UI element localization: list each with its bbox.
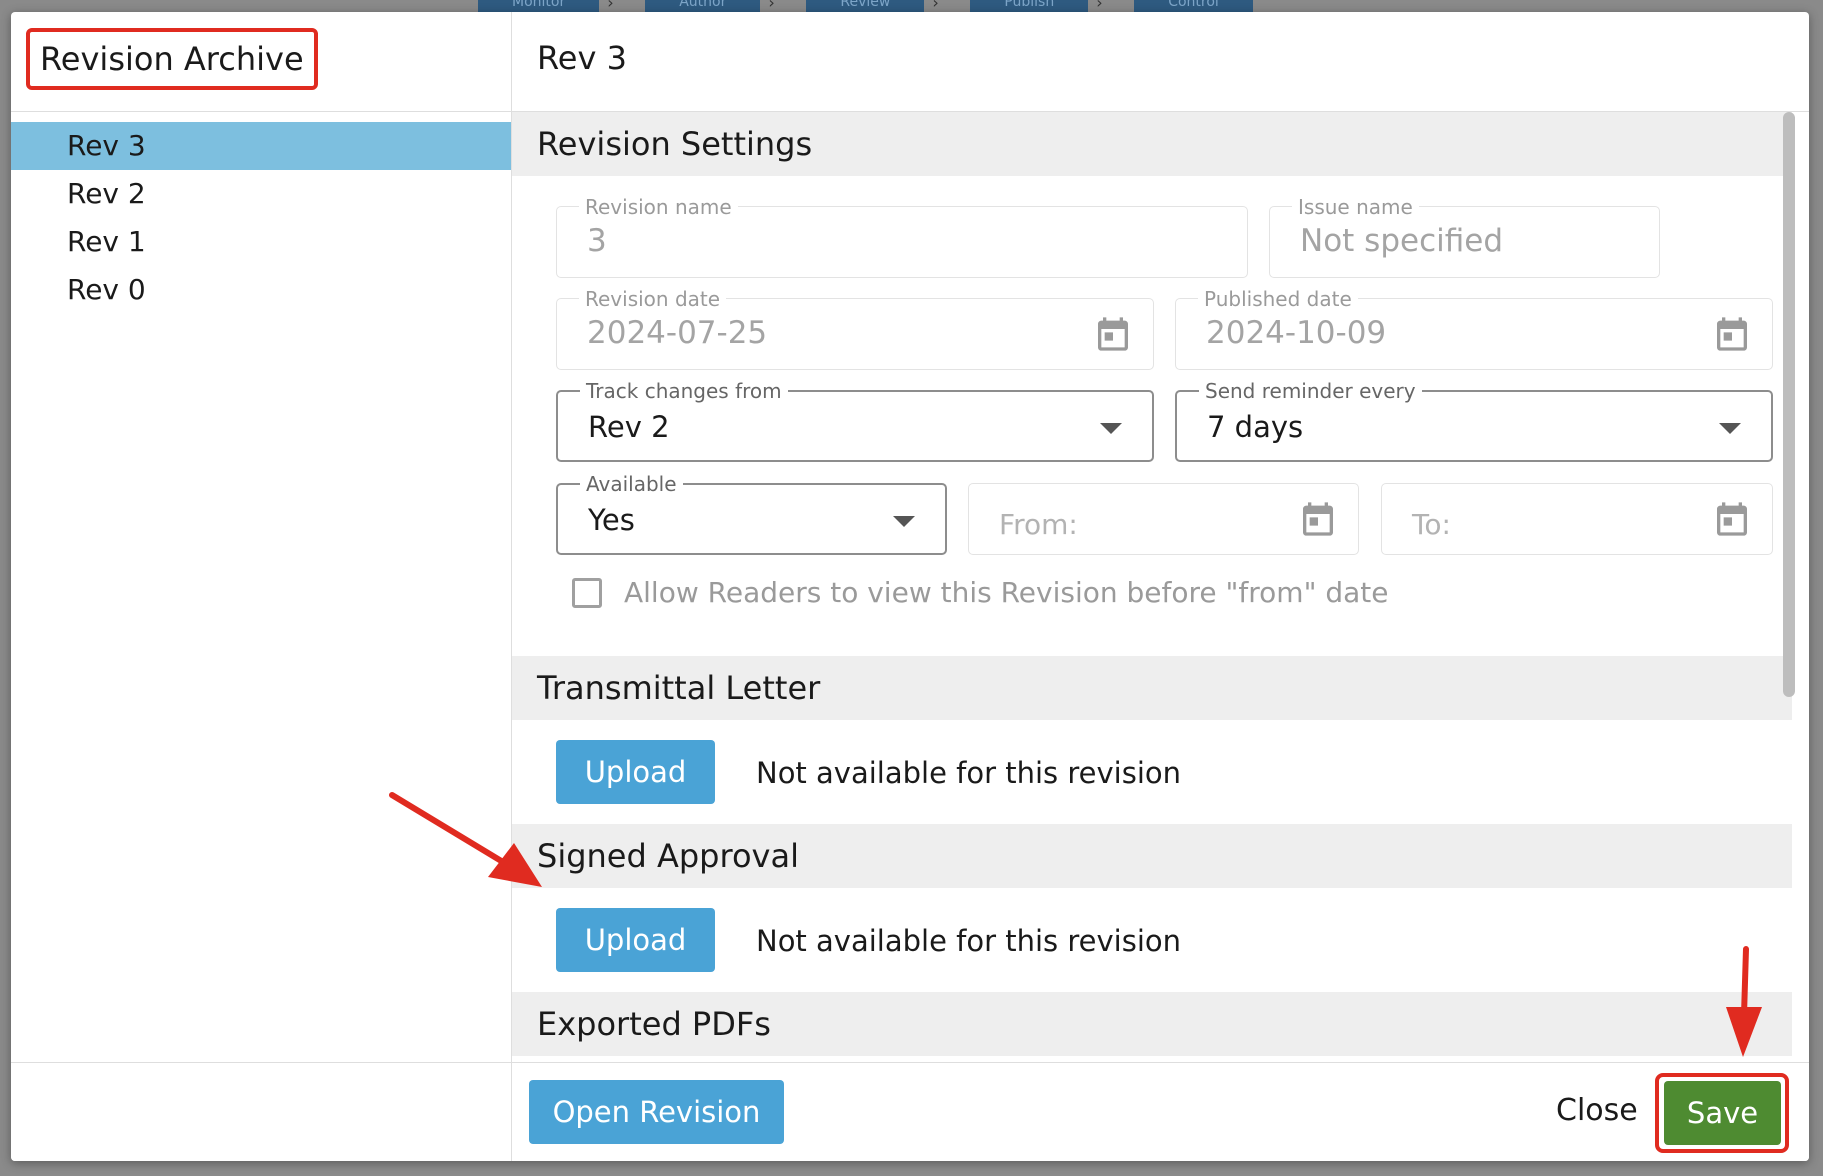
left-header: Revision Archive (11, 12, 511, 112)
calendar-icon (1717, 502, 1747, 536)
field-label: Issue name (1292, 195, 1419, 219)
calendar-icon (1717, 317, 1747, 351)
bg-tab-publish: Publish (970, 0, 1089, 12)
bg-tab-control: Control (1134, 0, 1253, 12)
transmittal-row: Upload Not available for this revision (512, 720, 1792, 824)
bg-tab-review: Review (806, 0, 925, 12)
field-value: Yes (588, 503, 635, 537)
transmittal-upload-button[interactable]: Upload (556, 740, 715, 804)
dropdown-arrow-icon (1100, 423, 1122, 434)
signed-approval-status-text: Not available for this revision (756, 924, 1182, 958)
field-label: Available (580, 472, 683, 496)
detail-title: Rev 3 (537, 39, 627, 77)
track-changes-select[interactable]: Track changes from Rev 2 (556, 379, 1154, 462)
revision-item-rev-1[interactable]: Rev 1 (11, 218, 511, 266)
section-transmittal-letter: Transmittal Letter (512, 656, 1792, 720)
issue-name-field: Issue name Not specified (1269, 195, 1660, 278)
save-button[interactable]: Save (1664, 1081, 1781, 1145)
allow-readers-label: Allow Readers to view this Revision befo… (624, 576, 1389, 609)
available-from-date-field: From: (968, 483, 1359, 555)
calendar-icon (1098, 317, 1128, 351)
footer-divider (511, 1063, 512, 1161)
dialog-title: Revision Archive (26, 28, 318, 90)
field-label: Revision date (579, 287, 727, 311)
field-value: Rev 2 (588, 410, 670, 444)
published-date-field: Published date 2024-10-09 (1175, 287, 1773, 370)
available-select[interactable]: Available Yes (556, 472, 947, 555)
close-button[interactable]: Close (1556, 1093, 1638, 1128)
revision-item-rev-3[interactable]: Rev 3 (11, 122, 511, 170)
revision-list: Rev 3 Rev 2 Rev 1 Rev 0 (11, 122, 511, 314)
chevron-right-icon: › (768, 0, 775, 12)
revision-detail-body: Revision Settings Revision name 3 Issue … (512, 112, 1792, 1062)
field-value: Not specified (1300, 223, 1503, 259)
revision-item-rev-0[interactable]: Rev 0 (11, 266, 511, 314)
section-exported-pdfs: Exported PDFs (512, 992, 1792, 1056)
allow-readers-row: Allow Readers to view this Revision befo… (572, 576, 1389, 609)
field-placeholder: From: (999, 508, 1078, 541)
reminder-interval-select[interactable]: Send reminder every 7 days (1175, 379, 1773, 462)
chevron-right-icon: › (607, 0, 614, 12)
field-value: 7 days (1207, 410, 1304, 444)
revision-archive-dialog: Revision Archive Rev 3 Rev 2 Rev 1 Rev 0… (11, 12, 1809, 1161)
signed-approval-row: Upload Not available for this revision (512, 888, 1792, 992)
revision-list-pane: Revision Archive Rev 3 Rev 2 Rev 1 Rev 0 (11, 12, 512, 1062)
bg-tab-monitor: Monitor (478, 0, 600, 12)
chevron-right-icon: › (1096, 0, 1103, 12)
field-value: 3 (587, 223, 607, 259)
signed-approval-upload-button[interactable]: Upload (556, 908, 715, 972)
revision-date-field: Revision date 2024-07-25 (556, 287, 1154, 370)
field-label: Published date (1198, 287, 1358, 311)
transmittal-status-text: Not available for this revision (756, 756, 1182, 790)
calendar-icon (1303, 502, 1333, 536)
field-label: Send reminder every (1199, 379, 1422, 403)
field-value: 2024-10-09 (1206, 315, 1387, 351)
chevron-right-icon: › (932, 0, 939, 12)
revision-item-rev-2[interactable]: Rev 2 (11, 170, 511, 218)
field-label: Track changes from (580, 379, 788, 403)
open-revision-button[interactable]: Open Revision (529, 1080, 784, 1144)
allow-readers-checkbox[interactable] (572, 577, 602, 608)
section-signed-approval: Signed Approval (512, 824, 1792, 888)
available-to-date-field: To: (1381, 483, 1773, 555)
background-workflow-tabs: Monitor › Author › Review › Publish › Co… (478, 0, 1253, 12)
bg-tab-author: Author (645, 0, 761, 12)
detail-header: Rev 3 (512, 12, 1809, 112)
detail-scrollbar[interactable] (1783, 112, 1795, 697)
dialog-footer: Open Revision Close Save (11, 1062, 1809, 1161)
settings-form: Revision name 3 Issue name Not specified… (512, 176, 1792, 656)
field-label: Revision name (579, 195, 738, 219)
field-placeholder: To: (1412, 508, 1451, 541)
field-value: 2024-07-25 (587, 315, 768, 351)
section-revision-settings: Revision Settings (512, 112, 1792, 176)
dropdown-arrow-icon (893, 516, 915, 527)
dropdown-arrow-icon (1719, 423, 1741, 434)
revision-name-field: Revision name 3 (556, 195, 1248, 278)
